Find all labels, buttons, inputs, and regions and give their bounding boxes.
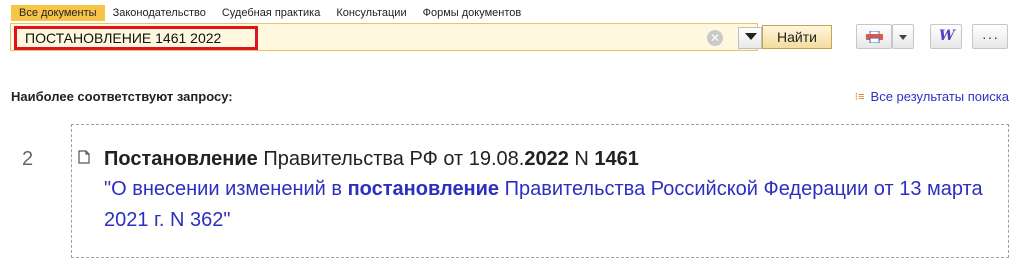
result-title-part: 1461 <box>594 148 639 170</box>
result-title-part: 2022 <box>524 148 569 170</box>
tab-judicial-practice[interactable]: Судебная практика <box>214 5 328 21</box>
chevron-down-icon <box>899 35 907 40</box>
result-description-link[interactable]: "О внесении изменений в постановление Пр… <box>104 174 984 236</box>
tab-all-documents[interactable]: Все документы <box>11 5 105 21</box>
result-desc-part: постановление <box>347 178 500 200</box>
chevron-down-icon <box>745 33 757 40</box>
export-to-word-button[interactable]: W <box>930 24 962 49</box>
list-icon: ⁝≡ <box>854 91 865 103</box>
result-title-part: N <box>568 148 595 170</box>
result-title-link[interactable]: Постановление Правительства РФ от 19.08.… <box>104 145 984 173</box>
result-title-part: Правительства РФ от 19.08. <box>257 148 525 170</box>
all-results-link[interactable]: ⁝≡ Все результаты поиска <box>855 89 1009 104</box>
results-heading: Наиболее соответствуют запросу: <box>11 89 233 104</box>
search-bar: ПОСТАНОВЛЕНИЕ 1461 2022 ✕ <box>10 23 762 51</box>
printer-icon <box>866 31 883 43</box>
clear-icon[interactable]: ✕ <box>707 30 723 46</box>
ellipsis-icon: ··· <box>982 29 999 45</box>
document-type-tabs: Все документы Законодательство Судебная … <box>11 5 530 21</box>
all-results-label: Все результаты поиска <box>870 89 1009 104</box>
search-input[interactable]: ПОСТАНОВЛЕНИЕ 1461 2022 <box>14 26 258 50</box>
tab-document-forms[interactable]: Формы документов <box>415 5 530 21</box>
document-icon <box>78 150 90 164</box>
result-number: 2 <box>22 148 34 170</box>
search-field[interactable]: ПОСТАНОВЛЕНИЕ 1461 2022 ✕ <box>10 23 762 51</box>
tab-consultations[interactable]: Консультации <box>328 5 414 21</box>
result-title-part: Постановление <box>104 148 258 170</box>
print-options-dropdown[interactable] <box>892 24 914 49</box>
print-button[interactable] <box>856 24 892 49</box>
more-options-button[interactable]: ··· <box>972 24 1008 49</box>
find-button[interactable]: Найти <box>762 25 832 49</box>
search-history-dropdown[interactable] <box>738 27 762 49</box>
result-desc-part: "О внесении изменений в <box>104 178 348 200</box>
word-icon: W <box>939 28 955 44</box>
tab-legislation[interactable]: Законодательство <box>105 5 214 21</box>
